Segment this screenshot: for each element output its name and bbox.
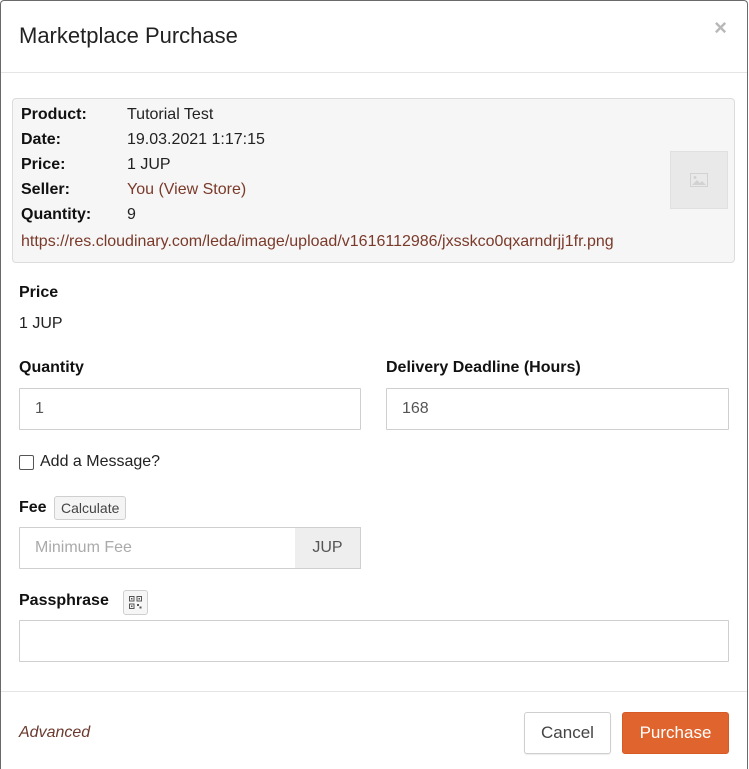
price-field-value: 1 JUP [19, 315, 63, 332]
quantity-field-label: Quantity [19, 359, 84, 376]
passphrase-input[interactable] [19, 620, 729, 662]
quantity-value: 9 [127, 206, 136, 223]
price-value: 1 JUP [127, 156, 171, 173]
view-store-link[interactable]: View Store [164, 181, 241, 198]
product-summary: Product: Tutorial Test Date: 19.03.2021 … [12, 98, 735, 263]
add-message-label[interactable]: Add a Message? [40, 453, 160, 471]
close-button[interactable]: × [714, 17, 727, 39]
add-message-option[interactable]: Add a Message? [19, 453, 160, 471]
date-label: Date: [21, 131, 62, 148]
product-label: Product: [21, 106, 87, 123]
fee-input[interactable] [19, 527, 296, 569]
seller-label: Seller: [21, 181, 70, 198]
price-label: Price: [21, 156, 66, 173]
purchase-modal: Marketplace Purchase × Product: Tutorial… [0, 0, 748, 769]
cancel-button[interactable]: Cancel [524, 712, 611, 754]
modal-title: Marketplace Purchase [19, 23, 238, 48]
calculate-fee-button[interactable]: Calculate [54, 496, 127, 520]
seller-value: You (View Store) [127, 181, 246, 199]
modal-footer: Advanced Cancel Purchase [1, 691, 747, 769]
purchase-button[interactable]: Purchase [622, 712, 729, 754]
quantity-label: Quantity: [21, 206, 92, 223]
deadline-field-label: Delivery Deadline (Hours) [386, 359, 581, 376]
passphrase-field-label: Passphrase [19, 592, 109, 609]
quantity-input[interactable] [19, 388, 361, 430]
seller-paren-close: ) [240, 181, 247, 198]
qr-scan-button[interactable] [123, 590, 148, 615]
price-field-label: Price [19, 284, 59, 301]
deadline-input[interactable] [386, 388, 729, 430]
modal-header: Marketplace Purchase × [1, 1, 747, 73]
image-placeholder-icon [690, 173, 708, 187]
fee-field-label: Fee [19, 499, 47, 516]
advanced-link[interactable]: Advanced [19, 724, 90, 742]
fee-unit-addon: JUP [295, 527, 361, 569]
product-value: Tutorial Test [127, 106, 214, 123]
product-thumbnail[interactable] [670, 151, 728, 209]
qr-code-icon [129, 596, 142, 609]
date-value: 19.03.2021 1:17:15 [127, 131, 265, 148]
add-message-checkbox[interactable] [19, 454, 34, 470]
image-url-link[interactable]: https://res.cloudinary.com/leda/image/up… [21, 233, 614, 251]
seller-link[interactable]: You [127, 181, 154, 198]
